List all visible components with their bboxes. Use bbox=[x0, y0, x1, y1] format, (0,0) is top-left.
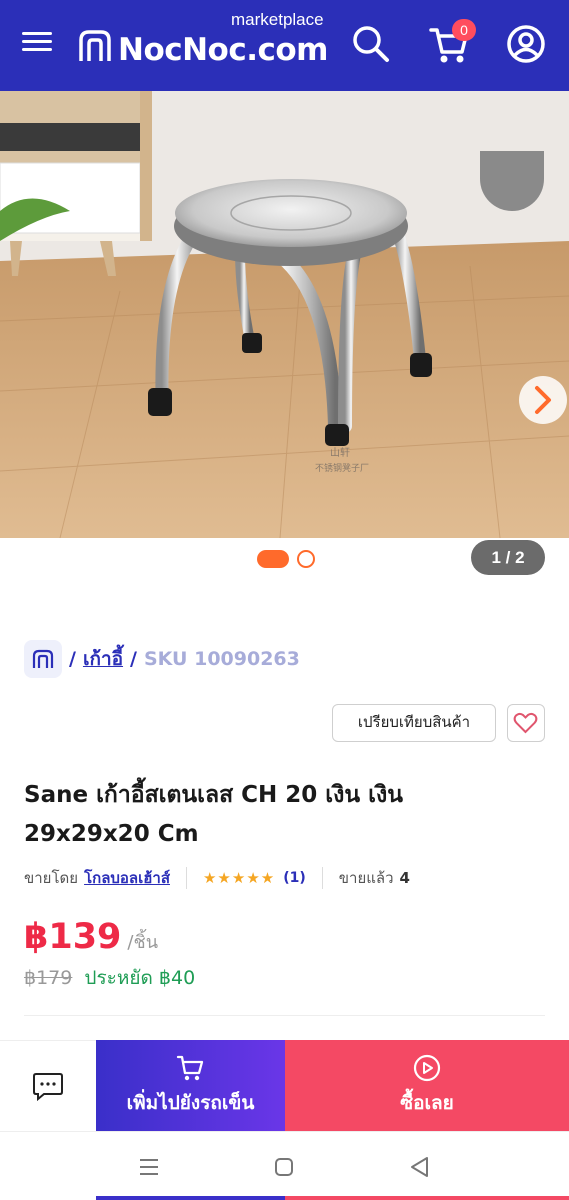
gallery-counter: 1 / 2 bbox=[471, 540, 545, 575]
price-block: ฿139 /ชิ้น bbox=[24, 917, 158, 963]
cart-count-badge: 0 bbox=[452, 19, 476, 41]
menu-button[interactable] bbox=[22, 26, 54, 62]
back-icon[interactable] bbox=[407, 1154, 433, 1180]
sold-count: 4 bbox=[399, 869, 410, 887]
accent-strip-buy bbox=[285, 1196, 569, 1200]
price-comparison: ฿179 ประหยัด ฿40 bbox=[24, 963, 195, 993]
logo-subtitle: marketplace bbox=[231, 10, 324, 29]
breadcrumb: / เก้าอี้ / SKU 10090263 bbox=[24, 640, 300, 678]
menu-icon-line bbox=[22, 32, 52, 35]
product-title-line: 29x29x20 Cm bbox=[24, 821, 199, 847]
svg-text:山轩: 山轩 bbox=[330, 446, 350, 459]
gallery-dot-active[interactable] bbox=[257, 550, 289, 568]
nocnoc-logo[interactable]: NocNoc.com marketplace bbox=[78, 10, 338, 72]
buy-now-button[interactable]: ซื้อเลย bbox=[285, 1040, 569, 1131]
product-image-gallery[interactable]: 山轩 不锈钢凳子厂 bbox=[0, 91, 569, 538]
recent-apps-icon[interactable] bbox=[136, 1154, 162, 1180]
home-button-icon[interactable] bbox=[271, 1154, 297, 1180]
add-to-cart-button[interactable]: เพิ่มไปยังรถเข็น bbox=[96, 1040, 285, 1131]
breadcrumb-separator: / bbox=[130, 648, 137, 670]
chat-icon bbox=[33, 1073, 63, 1101]
account-icon[interactable] bbox=[506, 24, 546, 64]
heart-icon bbox=[513, 712, 538, 734]
price: ฿139 bbox=[24, 917, 122, 957]
breadcrumb-home[interactable] bbox=[24, 640, 62, 678]
divider bbox=[185, 867, 187, 889]
wishlist-button[interactable] bbox=[507, 704, 545, 742]
gallery-pagination bbox=[257, 549, 317, 569]
product-title-line: Sane เก้าอี้สเตนเลส CH 20 เงิน เงิน bbox=[24, 782, 403, 808]
product-meta: ขายโดย โกลบอลเฮ้าส์ ★★★★★ (1) ขายแล้ว 4 bbox=[24, 865, 410, 891]
bottom-accent-strip bbox=[96, 1196, 569, 1200]
top-header: NocNoc.com marketplace 0 bbox=[0, 0, 569, 91]
breadcrumb-sku: SKU 10090263 bbox=[143, 648, 300, 670]
home-icon bbox=[32, 649, 54, 668]
buy-now-label: ซื้อเลย bbox=[400, 1092, 454, 1114]
old-price: ฿179 bbox=[24, 967, 73, 989]
accent-strip-cart bbox=[96, 1196, 285, 1200]
play-circle-icon bbox=[413, 1054, 441, 1082]
bottom-action-bar: เพิ่มไปยังรถเข็น ซื้อเลย bbox=[0, 1040, 569, 1131]
sold-label: ขายแล้ว bbox=[338, 869, 394, 887]
chat-button[interactable] bbox=[0, 1040, 96, 1131]
menu-icon-line bbox=[22, 40, 52, 43]
system-navigation-bar bbox=[0, 1131, 569, 1200]
logo-icon bbox=[79, 30, 111, 61]
saving-amount: ประหยัด ฿40 bbox=[84, 967, 196, 989]
search-icon[interactable] bbox=[352, 25, 390, 63]
compare-button[interactable]: เปรียบเทียบสินค้า bbox=[332, 704, 496, 742]
seller-link[interactable]: โกลบอลเฮ้าส์ bbox=[84, 866, 170, 890]
gallery-dot[interactable] bbox=[297, 550, 315, 568]
price-unit: /ชิ้น bbox=[127, 932, 159, 953]
chevron-right-icon[interactable] bbox=[519, 376, 567, 424]
rating-count[interactable]: (1) bbox=[283, 870, 306, 886]
breadcrumb-category[interactable]: เก้าอี้ bbox=[83, 644, 123, 674]
menu-icon-line bbox=[22, 48, 52, 51]
product-title: Sane เก้าอี้สเตนเลส CH 20 เงิน เงิน 29x2… bbox=[24, 776, 524, 854]
section-divider bbox=[24, 1015, 545, 1016]
svg-text:不锈钢凳子厂: 不锈钢凳子厂 bbox=[315, 462, 369, 474]
cart-icon bbox=[176, 1055, 203, 1081]
logo-text: NocNoc.com bbox=[118, 32, 329, 68]
rating-stars: ★★★★★ bbox=[202, 869, 276, 887]
breadcrumb-separator: / bbox=[69, 648, 76, 670]
add-to-cart-label: เพิ่มไปยังรถเข็น bbox=[126, 1092, 255, 1114]
sold-by-label: ขายโดย bbox=[24, 869, 79, 887]
divider bbox=[321, 867, 323, 889]
